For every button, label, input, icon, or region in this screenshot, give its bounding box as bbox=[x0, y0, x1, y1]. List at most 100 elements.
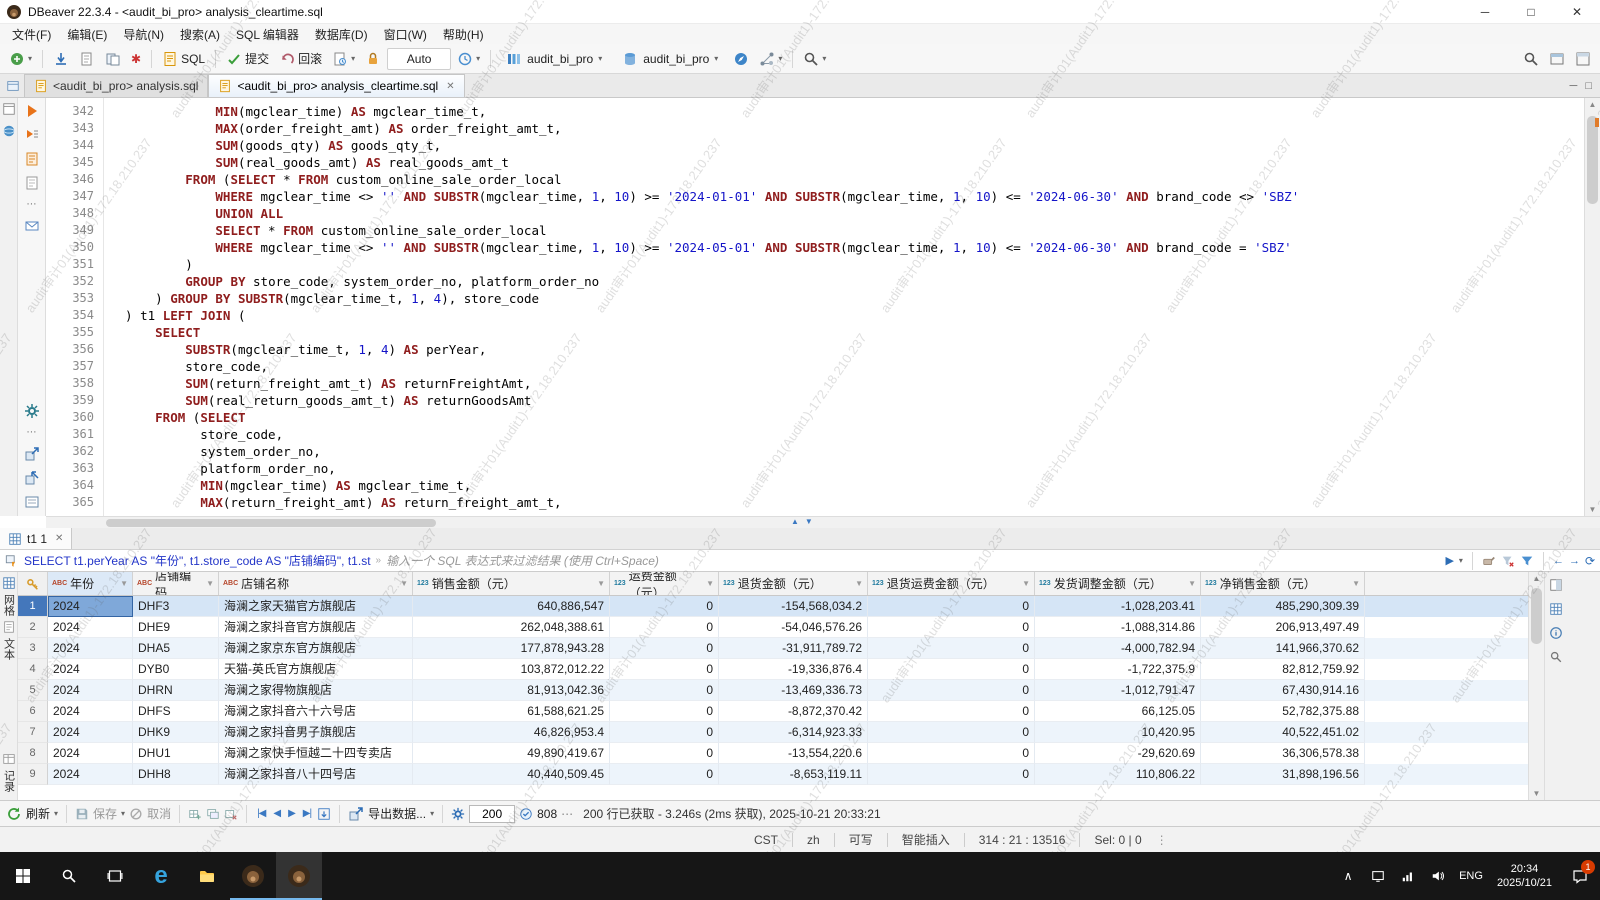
quick-search-button[interactable] bbox=[1519, 49, 1543, 69]
results-vertical-scrollbar[interactable]: ▲ ▼ bbox=[1528, 572, 1544, 800]
grid-cell[interactable]: -6,314,923.33 bbox=[719, 722, 868, 743]
grid-row-3[interactable]: 32024DHA5海澜之家京东官方旗舰店177,878,943.280-31,9… bbox=[18, 638, 1528, 659]
column-filter-icon[interactable]: ▼ bbox=[706, 579, 714, 588]
collapse-down-icon[interactable]: ▼ bbox=[805, 517, 813, 526]
record-view-icon[interactable] bbox=[2, 752, 16, 766]
edge-browser-button[interactable]: e bbox=[138, 852, 184, 900]
row-number[interactable]: 7 bbox=[18, 722, 48, 743]
grid-cell[interactable]: 海澜之家抖音八十四号店 bbox=[219, 764, 413, 785]
grid-cell[interactable]: 36,306,578.38 bbox=[1201, 743, 1365, 764]
grid-cell[interactable]: DYB0 bbox=[133, 659, 219, 680]
execute-statement-icon[interactable] bbox=[24, 103, 40, 119]
metadata-panel-icon[interactable] bbox=[1549, 626, 1563, 640]
column-header-2[interactable]: ABC店铺名称▼ bbox=[219, 572, 413, 595]
search-button[interactable]: ▾ bbox=[799, 49, 830, 69]
grid-cell[interactable]: DHF3 bbox=[133, 596, 219, 617]
grid-cell[interactable]: DHH8 bbox=[133, 764, 219, 785]
grid-cell[interactable]: 海澜之家抖音男子旗舰店 bbox=[219, 722, 413, 743]
start-button[interactable] bbox=[0, 852, 46, 900]
grid-row-1[interactable]: 12024DHF3海澜之家天猫官方旗舰店640,886,5470-154,568… bbox=[18, 596, 1528, 617]
sash-toggle[interactable]: ▲▼ bbox=[791, 517, 813, 526]
grid-cell[interactable]: 0 bbox=[868, 638, 1035, 659]
grid-row-8[interactable]: 82024DHU1海澜之家快手恒越二十四专卖店49,890,419.670-13… bbox=[18, 743, 1528, 764]
refresh-result-icon[interactable]: ⟳ bbox=[1585, 554, 1595, 568]
row-number[interactable]: 2 bbox=[18, 617, 48, 638]
grid-cell[interactable]: 0 bbox=[610, 617, 719, 638]
menu-item-3[interactable]: 搜索(A) bbox=[172, 24, 228, 45]
column-filter-icon[interactable]: ▼ bbox=[400, 579, 408, 588]
grid-cell[interactable]: 206,913,497.49 bbox=[1201, 617, 1365, 638]
grid-cell[interactable]: 2024 bbox=[48, 764, 133, 785]
grid-cell[interactable]: 2024 bbox=[48, 638, 133, 659]
grid-cell[interactable]: -1,028,203.41 bbox=[1035, 596, 1201, 617]
grid-cell[interactable]: DHE9 bbox=[133, 617, 219, 638]
column-header-6[interactable]: 123退货运费金额（元）▼ bbox=[868, 572, 1035, 595]
code-area[interactable]: MIN(mgclear_time) AS mgclear_time_t, MAX… bbox=[104, 98, 1584, 516]
taskbar-search-button[interactable] bbox=[46, 852, 92, 900]
grid-cell[interactable]: 0 bbox=[868, 701, 1035, 722]
grid-cell[interactable]: 110,806.22 bbox=[1035, 764, 1201, 785]
column-header-0[interactable]: ABC年份▼ bbox=[48, 572, 133, 595]
fetch-all-icon[interactable] bbox=[317, 807, 331, 821]
unsaved-marker-button[interactable]: ✱ bbox=[127, 50, 145, 68]
grid-cell[interactable]: 0 bbox=[610, 743, 719, 764]
menu-item-4[interactable]: SQL 编辑器 bbox=[228, 24, 307, 45]
grid-cell[interactable]: 海澜之家天猫官方旗舰店 bbox=[219, 596, 413, 617]
grid-cell[interactable]: -54,046,576.26 bbox=[719, 617, 868, 638]
output-log-icon[interactable] bbox=[24, 494, 40, 510]
grid-view-icon[interactable] bbox=[2, 576, 16, 590]
minimize-button[interactable]: ─ bbox=[1462, 0, 1508, 23]
grid-cell[interactable]: 2024 bbox=[48, 659, 133, 680]
transaction-log-button[interactable]: ▾ bbox=[328, 49, 359, 69]
grid-row-6[interactable]: 62024DHFS海澜之家抖音六十六号店61,588,621.250-8,872… bbox=[18, 701, 1528, 722]
remove-filter-icon[interactable] bbox=[1501, 554, 1515, 568]
grid-cell[interactable]: DHA5 bbox=[133, 638, 219, 659]
result-query-text[interactable]: SELECT t1.perYear AS "年份", t1.store_code… bbox=[24, 552, 371, 569]
network-tray-icon[interactable] bbox=[1393, 852, 1423, 900]
grid-cell[interactable]: DHU1 bbox=[133, 743, 219, 764]
grid-cell[interactable]: 485,290,309.39 bbox=[1201, 596, 1365, 617]
grid-cell[interactable]: -19,336,876.4 bbox=[719, 659, 868, 680]
filter-history-icon[interactable]: ▾ bbox=[1459, 556, 1463, 565]
grid-cell[interactable]: 0 bbox=[868, 722, 1035, 743]
grid-cell[interactable]: 103,872,012.22 bbox=[413, 659, 610, 680]
column-header-4[interactable]: 123运费金额（元）▼ bbox=[610, 572, 719, 595]
grid-row-5[interactable]: 52024DHRN海澜之家得物旗舰店81,913,042.360-13,469,… bbox=[18, 680, 1528, 701]
grid-cell[interactable]: -13,469,336.73 bbox=[719, 680, 868, 701]
grid-cell[interactable]: 66,125.05 bbox=[1035, 701, 1201, 722]
save-button[interactable]: 保存 bbox=[93, 805, 117, 822]
result-settings-gear-icon[interactable] bbox=[451, 807, 465, 821]
tray-chevron-icon[interactable]: ∧ bbox=[1333, 852, 1363, 900]
export-data-button[interactable]: 导出数据... bbox=[368, 805, 426, 822]
grid-cell[interactable]: -1,722,375.9 bbox=[1035, 659, 1201, 680]
row-number[interactable]: 6 bbox=[18, 701, 48, 722]
row-number[interactable]: 4 bbox=[18, 659, 48, 680]
compare-script-button[interactable] bbox=[101, 49, 125, 69]
grid-cell[interactable]: -29,620.69 bbox=[1035, 743, 1201, 764]
results-tab[interactable]: t1 1 ✕ bbox=[0, 528, 72, 549]
auto-refresh-button[interactable]: ▾ bbox=[453, 49, 484, 69]
column-header-7[interactable]: 123发货调整金额（元）▼ bbox=[1035, 572, 1201, 595]
value-viewer-icon[interactable] bbox=[1549, 578, 1563, 592]
refresh-button[interactable]: 刷新 bbox=[26, 805, 50, 822]
grid-cell[interactable]: 0 bbox=[610, 764, 719, 785]
grid-cell[interactable]: 81,913,042.36 bbox=[413, 680, 610, 701]
grid-cell[interactable]: 141,966,370.62 bbox=[1201, 638, 1365, 659]
column-header-5[interactable]: 123退货金额（元）▼ bbox=[719, 572, 868, 595]
grid-cell[interactable]: -8,653,119.11 bbox=[719, 764, 868, 785]
sql-editor-button[interactable]: SQL bbox=[158, 49, 209, 69]
grid-cell[interactable]: 82,812,759.92 bbox=[1201, 659, 1365, 680]
more-options-icon[interactable]: ⋯ bbox=[27, 427, 37, 438]
database-combo[interactable]: audit_bi_pro ▾ bbox=[613, 48, 727, 70]
open-perspective-button[interactable] bbox=[1545, 49, 1569, 69]
more-icon[interactable]: ⋯ bbox=[561, 807, 573, 821]
maximize-editor-icon[interactable]: □ bbox=[1585, 80, 1592, 92]
row-number[interactable]: 5 bbox=[18, 680, 48, 701]
dbeaver-taskbar-button-1[interactable] bbox=[230, 852, 276, 900]
grid-cell[interactable]: DHK9 bbox=[133, 722, 219, 743]
grid-cell[interactable]: 0 bbox=[868, 764, 1035, 785]
grid-cell[interactable]: -8,872,370.42 bbox=[719, 701, 868, 722]
more-actions-icon[interactable]: ⋯ bbox=[27, 199, 37, 210]
grid-cell[interactable]: 2024 bbox=[48, 701, 133, 722]
grid-cell[interactable]: 52,782,375.88 bbox=[1201, 701, 1365, 722]
